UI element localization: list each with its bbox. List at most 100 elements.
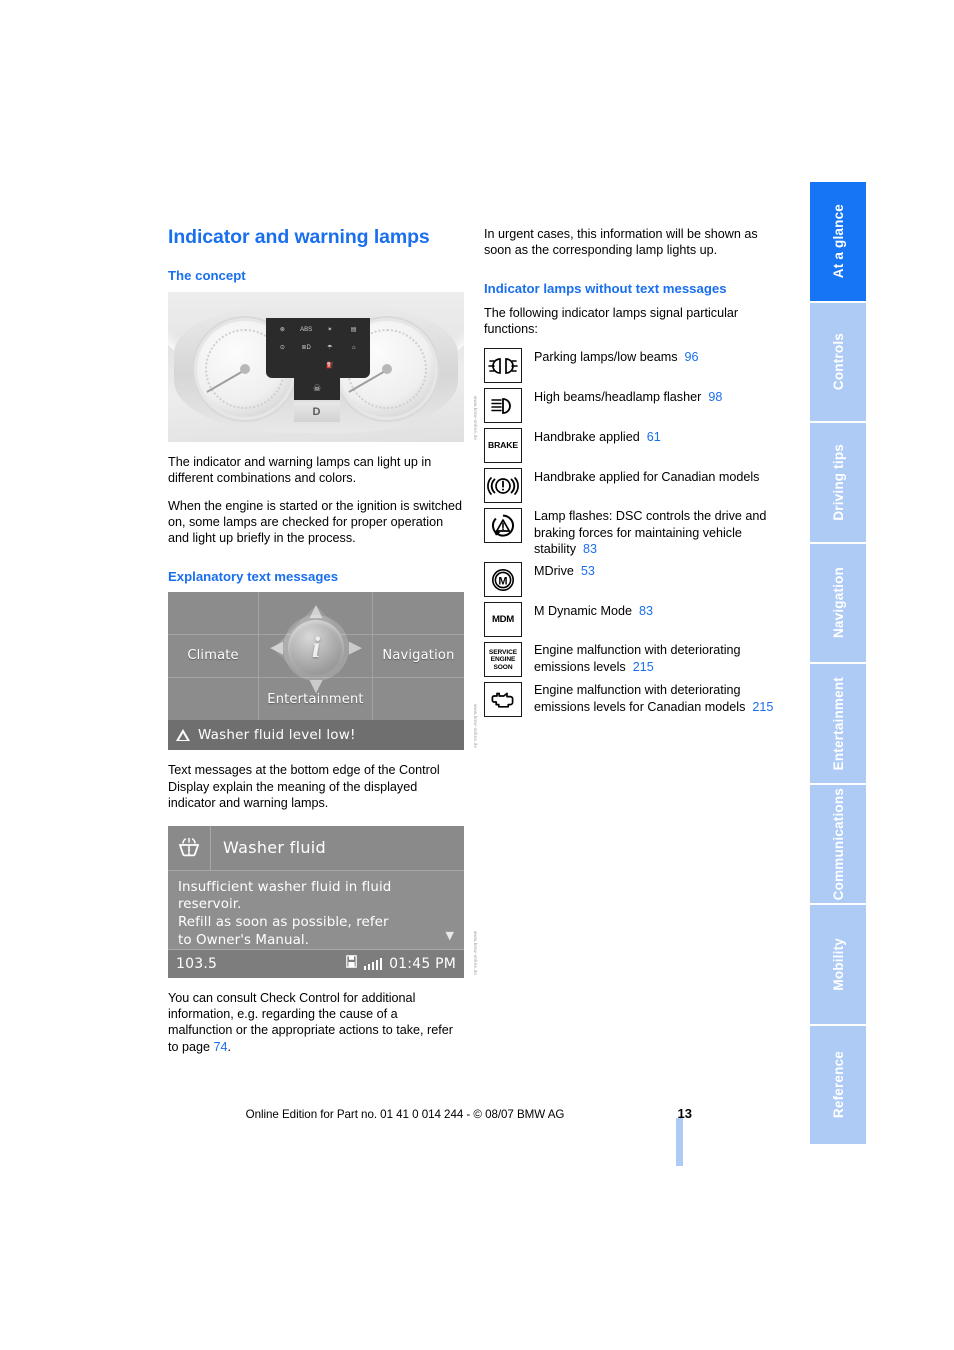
idrive-menu-climate[interactable]: Climate	[168, 635, 260, 678]
parking-lamps-low-beams-icon	[484, 348, 522, 384]
tab-label: Navigation	[830, 567, 846, 639]
idrive-status-bar: Washer fluid level low!	[168, 720, 464, 751]
check-control-body-line: Insufficient washer fluid in fluid	[178, 879, 392, 895]
idrive-cell-empty-tl	[168, 592, 260, 636]
idrive-cell-empty-br	[373, 678, 464, 721]
instrument-cluster-photo: ⊗ ABS ✶ ▤ ⊙ ≣D ☂ ⌂ ⛽ ☠ D	[168, 291, 464, 442]
cluster-indicator-lamp-panel: ⊗ ABS ✶ ▤ ⊙ ≣D ☂ ⌂ ⛽	[266, 317, 370, 378]
figure-instrument-cluster: ⊗ ABS ✶ ▤ ⊙ ≣D ☂ ⌂ ⛽ ☠ D www.bmw-online.…	[168, 291, 478, 442]
cluster-lamp-glyph: ⛽	[326, 362, 334, 369]
svg-text:M: M	[498, 575, 507, 587]
tab-at-a-glance[interactable]: At a glance	[810, 182, 866, 301]
warning-triangle-icon	[176, 729, 190, 742]
list-item: M MDrive 53	[484, 562, 780, 598]
list-item: High beams/headlamp flasher 98	[484, 388, 780, 424]
tab-label: Entertainment	[830, 676, 846, 770]
page-reference-link[interactable]: 96	[685, 350, 699, 364]
list-item-text: M Dynamic Mode 83	[534, 602, 780, 619]
idrive-cell-empty-tr	[372, 592, 464, 636]
page-edge-marker	[676, 1118, 683, 1166]
idrive-menu-navigation[interactable]: Navigation	[372, 635, 464, 678]
tab-communications[interactable]: Communications	[810, 784, 866, 903]
figure-source-code: www.bmw-online.de	[473, 395, 478, 440]
lamp-label: Engine malfunction with deteriorating em…	[534, 683, 746, 714]
washer-fluid-icon	[168, 825, 211, 870]
control-display-main-menu: Climate Navigation Entertainment ▲ ▼ ◀ ▶…	[168, 592, 464, 751]
scroll-down-icon[interactable]: ▼	[446, 929, 454, 942]
signal-strength-icon	[363, 957, 383, 970]
check-control-status-bar: 103.5 01:45 PM	[168, 948, 464, 978]
page-reference-link[interactable]: 74	[214, 1040, 228, 1054]
mdm-text-label: MDM	[491, 613, 514, 625]
cluster-lamp-glyph: ABS	[300, 327, 313, 334]
lamp-label: Handbrake applied	[534, 430, 640, 445]
tab-mobility[interactable]: Mobility	[810, 905, 866, 1024]
page-reference-link[interactable]: 215	[752, 700, 773, 714]
tab-controls[interactable]: Controls	[810, 302, 866, 421]
page-title: Indicator and warning lamps	[168, 226, 430, 248]
tab-reference[interactable]: Reference	[810, 1025, 866, 1144]
tab-label: Reference	[830, 1051, 846, 1119]
cluster-lamp-glyph: ≣D	[301, 344, 311, 351]
lamp-label: Handbrake applied for Canadian models	[534, 470, 760, 485]
service-engine-soon-label: SERVICE ENGINE SOON	[488, 648, 518, 671]
tab-entertainment[interactable]: Entertainment	[810, 664, 866, 783]
lamp-label: Parking lamps/low beams	[534, 350, 678, 365]
page-reference-link[interactable]: 98	[708, 390, 722, 404]
lamps-intro-paragraph: The following indicator lamps signal par…	[484, 305, 739, 336]
list-item-text: Parking lamps/low beams 96	[534, 348, 780, 365]
list-item-text: Lamp flashes: DSC controls the drive and…	[534, 508, 780, 557]
cluster-lamp-glyph: ✶	[327, 327, 333, 334]
tab-navigation[interactable]: Navigation	[810, 543, 866, 662]
list-item-text: Engine malfunction with deteriorating em…	[534, 642, 780, 675]
tab-label: Controls	[830, 333, 846, 391]
tab-label: Driving tips	[830, 443, 846, 521]
check-control-display: Washer fluid Insufficient washer fluid i…	[168, 825, 464, 978]
list-item-text: High beams/headlamp flasher 98	[534, 388, 780, 405]
check-engine-icon	[484, 682, 522, 718]
idrive-status-message: Washer fluid level low!	[198, 727, 356, 744]
brake-text-icon: BRAKE	[484, 428, 522, 464]
tab-label: At a glance	[830, 204, 846, 279]
explanatory-paragraph: Text messages at the bottom edge of the …	[168, 763, 440, 811]
chevron-up-icon: ▲	[309, 601, 323, 622]
chevron-down-icon: ▼	[309, 676, 323, 697]
idrive-center-hub: ▲ ▼ ◀ ▶ i	[270, 601, 362, 695]
tab-driving-tips[interactable]: Driving tips	[810, 423, 866, 542]
cluster-center-display: ☠	[294, 377, 340, 400]
heading-the-concept: The concept	[168, 268, 246, 283]
list-item-text: Handbrake applied 61	[534, 428, 780, 445]
page-reference-link[interactable]: 215	[633, 660, 654, 674]
brake-text-label: BRAKE	[487, 440, 519, 451]
mdrive-icon: M	[484, 562, 522, 598]
figure-idrive-main-menu: Climate Navigation Entertainment ▲ ▼ ◀ ▶…	[168, 592, 478, 751]
chevron-right-icon: ▶	[348, 637, 362, 658]
page-reference-link[interactable]: 53	[581, 564, 595, 578]
cluster-lamp-glyph: ⊗	[279, 327, 285, 334]
footer-text: Online Edition for Part no. 01 41 0 014 …	[245, 1108, 565, 1121]
disc-icon	[345, 955, 357, 972]
lamp-label: M Dynamic Mode	[534, 604, 632, 619]
tab-label: Mobility	[830, 937, 846, 991]
list-item: BRAKE Handbrake applied 61	[484, 428, 780, 464]
check-control-body-line: to Owner's Manual.	[178, 932, 310, 948]
list-item-text: MDrive 53	[534, 562, 780, 579]
list-item: Lamp flashes: DSC controls the drive and…	[484, 508, 780, 557]
list-item: Handbrake applied for Canadian models	[484, 468, 780, 504]
page-reference-link[interactable]: 61	[647, 430, 661, 444]
cluster-lamp-glyph: ☂	[327, 344, 333, 351]
figure-source-code: www.bmw-online.de	[473, 931, 478, 976]
check-control-body: Insufficient washer fluid in fluid reser…	[168, 871, 464, 950]
heading-explanatory-text-messages: Explanatory text messages	[168, 568, 339, 584]
tab-label: Communications	[830, 787, 846, 900]
handbrake-canadian-icon	[484, 468, 522, 504]
manual-page: At a glance Controls Driving tips Naviga…	[0, 0, 954, 1350]
dsc-triangle-icon	[484, 508, 522, 544]
page-reference-link[interactable]: 83	[583, 542, 597, 556]
info-button[interactable]: i	[288, 620, 344, 677]
cluster-lamp-glyph	[295, 357, 318, 374]
check-control-paragraph: You can consult Check Control for additi…	[168, 990, 464, 1055]
list-item-text: Engine malfunction with deteriorating em…	[534, 682, 780, 715]
page-reference-link[interactable]: 83	[639, 604, 653, 618]
clock-time: 01:45 PM	[389, 955, 456, 972]
